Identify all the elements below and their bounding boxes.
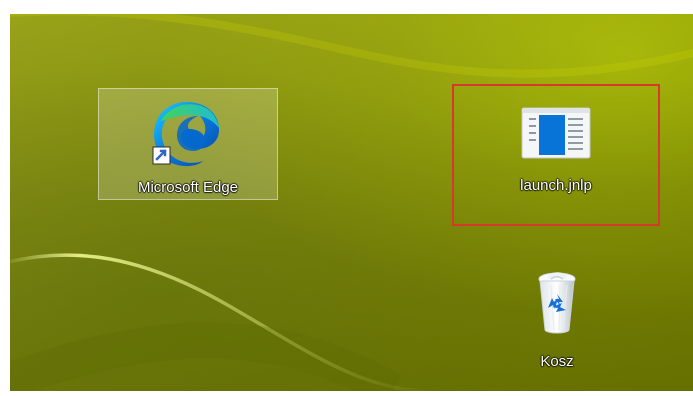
desktop-icon-label: Microsoft Edge [137,179,239,196]
desktop-icon-microsoft-edge[interactable]: Microsoft Edge [98,88,278,200]
jnlp-file-icon [521,107,591,159]
desktop-icon-label: launch.jnlp [520,177,592,194]
desktop-icon-launch-jnlp[interactable]: launch.jnlp [452,84,660,226]
desktop[interactable]: Microsoft Edge launch.jnlp Kosz [10,14,693,391]
screenshot-frame: Microsoft Edge launch.jnlp Kosz [0,0,693,396]
recycle-bin-icon [538,272,576,334]
desktop-icon-label: Kosz [540,353,574,370]
desktop-icon-kosz[interactable]: Kosz [507,260,607,378]
microsoft-edge-icon [152,102,219,167]
